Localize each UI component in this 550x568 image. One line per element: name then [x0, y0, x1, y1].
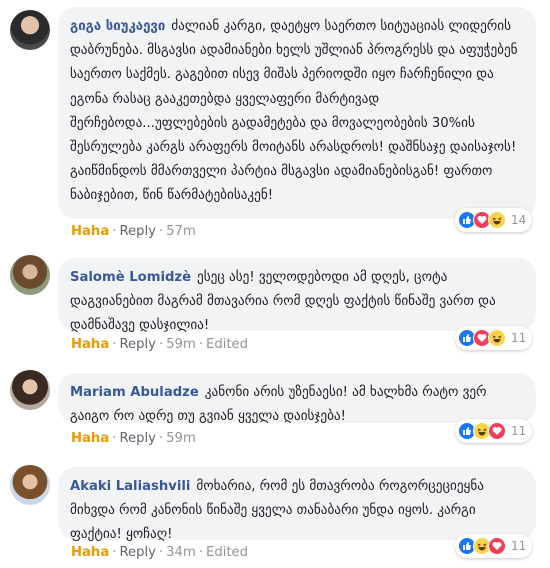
comment-text: ძალიან კარგი, დაეტყო საერთო სიტუაციას ლი…	[70, 19, 518, 204]
reaction-count: 14	[511, 213, 527, 227]
reply-button[interactable]: Reply	[119, 545, 156, 560]
comment-actions: Haha · Reply · 59m · Edited	[71, 337, 248, 352]
reply-button[interactable]: Reply	[119, 431, 156, 446]
comment-author[interactable]: Akaki Laliashvili	[70, 479, 190, 494]
love-icon	[488, 422, 506, 440]
haha-reaction-button[interactable]: Haha	[71, 337, 109, 352]
separator: ·	[112, 337, 117, 352]
reactions-summary[interactable]: 14	[455, 208, 533, 232]
timestamp[interactable]: 34m	[166, 545, 196, 560]
reactions-summary[interactable]: 11	[455, 419, 533, 443]
comment-author[interactable]: Salomè Lomidzè	[70, 270, 191, 285]
avatar[interactable]	[10, 10, 50, 50]
reactions-summary[interactable]: 11	[455, 326, 533, 350]
comment-author[interactable]: გიგა სიუკაევი	[70, 19, 165, 34]
timestamp[interactable]: 57m	[166, 224, 196, 239]
avatar[interactable]	[10, 255, 50, 295]
separator: ·	[112, 431, 117, 446]
comment-bubble: Mariam Abuladze კანონი არის უზენაესი! ამ …	[58, 373, 536, 424]
separator: ·	[158, 337, 164, 352]
comment-bubble: Salomè Lomidzè ესეც ასე! ველოდებოდი ამ დღ…	[58, 258, 536, 333]
reply-button[interactable]: Reply	[119, 337, 156, 352]
reactions-summary[interactable]: 11	[455, 534, 533, 558]
separator: ·	[198, 545, 204, 560]
avatar[interactable]	[10, 465, 50, 505]
edited-label[interactable]: Edited	[206, 337, 248, 352]
timestamp[interactable]: 59m	[166, 431, 196, 446]
separator: ·	[158, 224, 164, 239]
haha-reaction-button[interactable]: Haha	[71, 431, 109, 446]
avatar[interactable]	[10, 370, 50, 410]
separator: ·	[112, 224, 117, 239]
reaction-count: 11	[511, 424, 527, 438]
haha-reaction-button[interactable]: Haha	[71, 224, 109, 239]
comment-author[interactable]: Mariam Abuladze	[70, 385, 199, 400]
comment-actions: Haha · Reply · 59m	[71, 431, 196, 446]
haha-reaction-button[interactable]: Haha	[71, 545, 109, 560]
comment-bubble: Akaki Laliashvili მოხარია, რომ ეს მთავრობ…	[58, 467, 536, 542]
separator: ·	[158, 545, 164, 560]
edited-label[interactable]: Edited	[206, 545, 248, 560]
reaction-count: 11	[511, 539, 527, 553]
comment-actions: Haha · Reply · 57m	[71, 224, 196, 239]
haha-icon	[488, 329, 506, 347]
comment-actions: Haha · Reply · 34m · Edited	[71, 545, 248, 560]
separator: ·	[198, 337, 204, 352]
haha-icon	[488, 211, 506, 229]
reply-button[interactable]: Reply	[119, 224, 156, 239]
comment-bubble: გიგა სიუკაევი ძალიან კარგი, დაეტყო საერთო…	[58, 7, 536, 219]
love-icon	[488, 537, 506, 555]
reaction-count: 11	[511, 331, 527, 345]
separator: ·	[112, 545, 117, 560]
separator: ·	[158, 431, 164, 446]
timestamp[interactable]: 59m	[166, 337, 196, 352]
